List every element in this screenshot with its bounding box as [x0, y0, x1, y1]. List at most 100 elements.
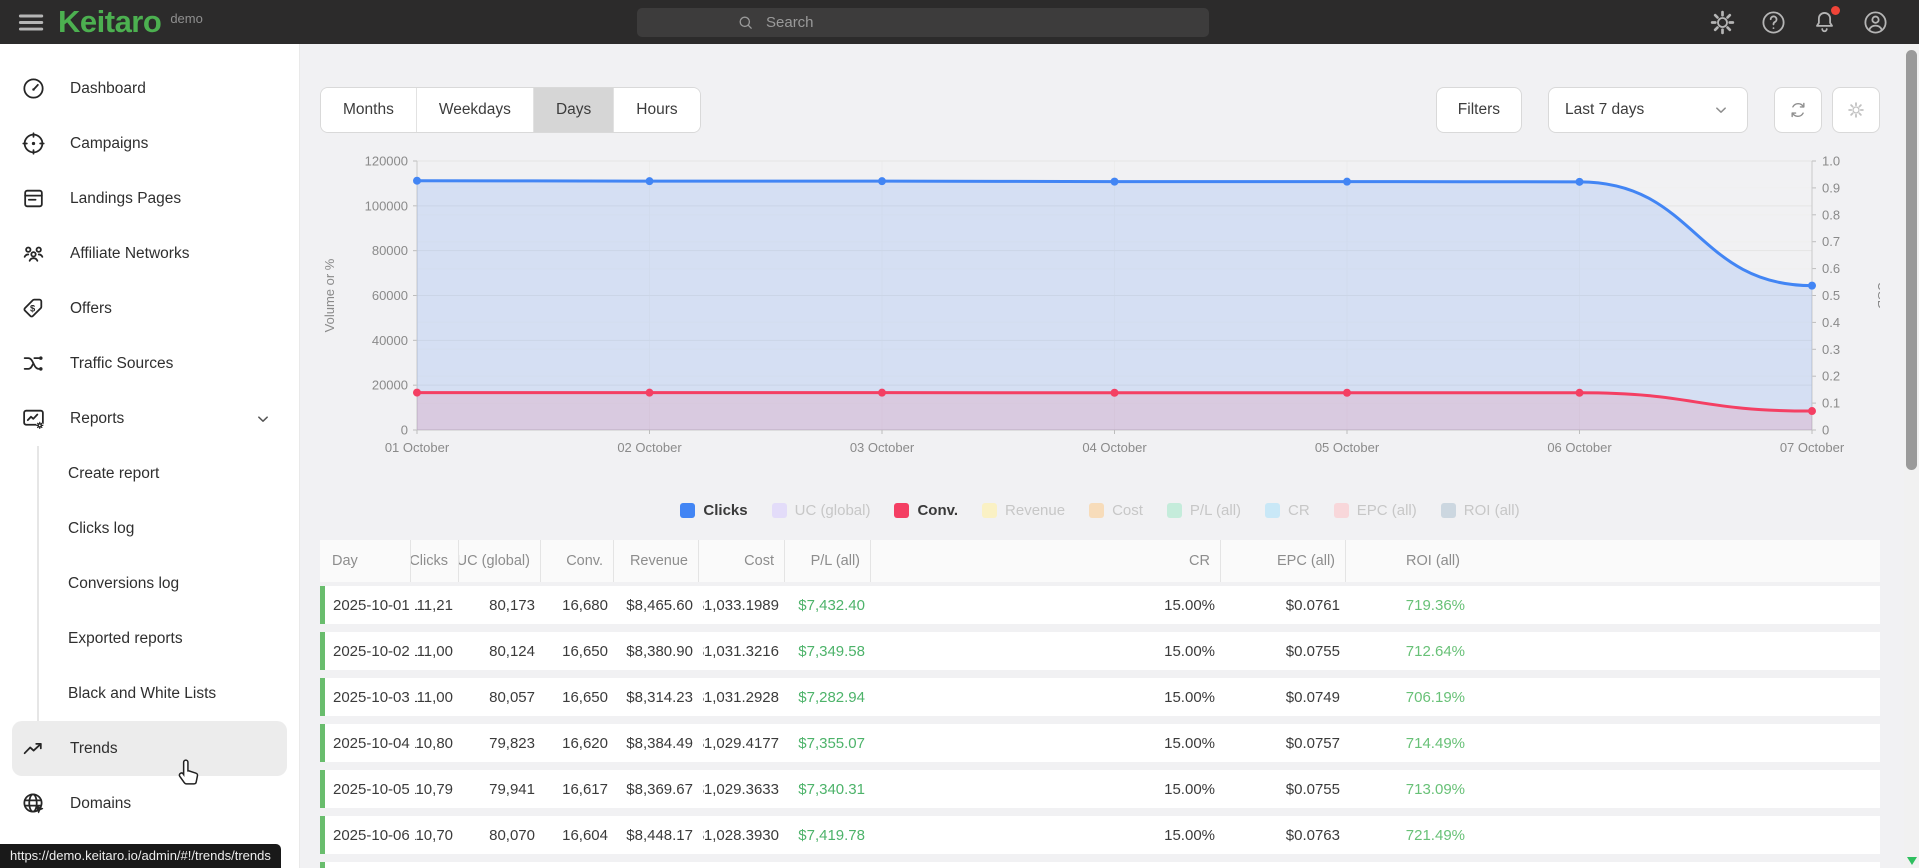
hamburger-icon	[18, 14, 43, 30]
chevron-down-icon	[1716, 107, 1726, 113]
table-row: 2025-10-03 111,00 80,057 16,650 $8,314.23 $1,…	[320, 678, 1880, 716]
cell-cr: 15.00%	[1164, 734, 1215, 752]
trends-table: Day Clicks UC (global) Conv. Revenue Cost P/L …	[320, 540, 1880, 868]
column-header-epc-all[interactable]: EPC (all)	[1220, 540, 1345, 582]
user-icon	[1863, 10, 1887, 34]
sidebar-item-domains[interactable]: Domains	[12, 776, 287, 831]
sidebar-item-landings-pages[interactable]: Landings Pages	[12, 171, 287, 226]
legend-item-p-l-all[interactable]: P/L (all)	[1166, 502, 1241, 519]
legend-swatch	[894, 503, 910, 518]
svg-text:0.3: 0.3	[1822, 342, 1840, 357]
refresh-button[interactable]	[1774, 87, 1822, 133]
cell-roi-all: 713.09%	[1405, 780, 1465, 798]
legend-item-cr[interactable]: CR	[1265, 502, 1310, 519]
column-header-clicks[interactable]: Clicks	[410, 540, 458, 582]
sidebar-item-conversions-log[interactable]: Conversions log	[12, 556, 287, 611]
cell-day: 2025-10-03	[333, 688, 410, 706]
cell-cost: $1,029.3633	[703, 780, 779, 798]
column-header-day[interactable]: Day	[320, 540, 410, 582]
column-header-p-l-all[interactable]: P/L (all)	[784, 540, 870, 582]
cell-cr: 15.00%	[1164, 596, 1215, 614]
cell-epc-all: $0.0755	[1285, 780, 1340, 798]
sidebar-item-reports[interactable]: Reports	[12, 391, 287, 446]
sidebar-item-exported-reports[interactable]: Exported reports	[12, 611, 287, 666]
main-content: Months Weekdays Days Hours Filters Last 7 d…	[300, 44, 1904, 868]
sidebar-item-dashboard[interactable]: Dashboard	[12, 61, 287, 116]
legend-item-uc-global[interactable]: UC (global)	[771, 502, 870, 519]
help-button[interactable]	[1759, 8, 1787, 36]
affiliate-icon	[23, 246, 43, 262]
date-range-value: Last 7 days	[1565, 101, 1645, 118]
legend-item-clicks[interactable]: Clicks	[680, 502, 748, 519]
trends-chart[interactable]: 0 20000 40000 60000 80000 100000 120000 0 0.1 0.2…	[320, 145, 1890, 472]
bell-button[interactable]	[1810, 6, 1840, 36]
legend-item-conv[interactable]: Conv.	[894, 502, 958, 519]
cell-p-l-all: $7,349.58	[798, 642, 865, 660]
legend-item-revenue[interactable]: Revenue	[982, 502, 1065, 519]
legend-label: Revenue	[1005, 502, 1066, 519]
table-row: 2025-10-06 110,70 80,070 16,604 $8,448.17 $1,…	[320, 816, 1880, 854]
column-header-roi-all[interactable]: ROI (all)	[1345, 540, 1470, 582]
chevron-down-icon	[253, 409, 273, 429]
cell-conv: 16,604	[562, 826, 608, 844]
tab-months[interactable]: Months	[321, 88, 416, 132]
cell-roi-all: 721.49%	[1405, 826, 1465, 844]
sidebar-item-create-report[interactable]: Create report	[12, 446, 287, 501]
sidebar-item-campaigns[interactable]: Campaigns	[12, 116, 287, 171]
table-header: Day Clicks UC (global) Conv. Revenue Cost P/L …	[320, 540, 1880, 582]
tab-hours[interactable]: Hours	[613, 88, 700, 132]
legend-label: ROI (all)	[1463, 502, 1520, 519]
hamburger-menu-button[interactable]	[15, 7, 45, 37]
cell-cr: 15.00%	[1164, 826, 1215, 844]
page-scrollbar[interactable]	[1904, 44, 1919, 868]
cell-revenue: $8,369.67	[626, 780, 693, 798]
legend-item-roi-all[interactable]: ROI (all)	[1440, 502, 1520, 519]
date-range-select[interactable]: Last 7 days	[1548, 87, 1748, 133]
column-header-cr[interactable]: CR	[870, 540, 1220, 582]
cell-conv: 16,680	[562, 596, 608, 614]
cell-p-l-all: $7,419.78	[798, 826, 865, 844]
column-header-uc-global[interactable]: UC (global)	[458, 540, 540, 582]
column-header-revenue[interactable]: Revenue	[613, 540, 698, 582]
svg-text:05 October: 05 October	[1315, 440, 1380, 455]
tab-weekdays[interactable]: Weekdays	[415, 88, 533, 132]
sidebar-item-offers[interactable]: $ Offers	[12, 281, 287, 336]
cell-uc-global: 79,823	[489, 734, 535, 752]
cell-clicks: 110,79	[415, 780, 453, 798]
scrollbar-thumb[interactable]	[1906, 50, 1917, 470]
cell-epc-all: $0.0755	[1285, 642, 1340, 660]
cell-day: 2025-10-02	[333, 642, 410, 660]
column-header-conv[interactable]: Conv.	[540, 540, 613, 582]
sidebar-item-label: Black and White Lists	[68, 684, 217, 702]
sidebar-item-label: Traffic Sources	[70, 354, 174, 372]
sidebar-item-black-and-white-lists[interactable]: Black and White Lists	[12, 666, 287, 721]
sidebar-item-label: Affiliate Networks	[70, 244, 190, 262]
filters-button[interactable]: Filters	[1435, 87, 1522, 133]
search-bar	[637, 8, 1209, 37]
cell-epc-all: $0.0757	[1285, 734, 1340, 752]
sidebar-item-traffic-sources[interactable]: Traffic Sources	[12, 336, 287, 391]
chart-settings-button[interactable]	[1832, 87, 1880, 133]
column-header-cost[interactable]: Cost	[698, 540, 784, 582]
svg-text:0.6: 0.6	[1822, 261, 1840, 276]
reports-icon	[22, 409, 44, 430]
cell-roi-all: 714.49%	[1405, 734, 1465, 752]
gear-button[interactable]	[1708, 8, 1736, 36]
cell-epc-all: $0.0749	[1285, 688, 1340, 706]
search-input[interactable]	[766, 14, 1146, 31]
sidebar-item-affiliate-networks[interactable]: Affiliate Networks	[12, 226, 287, 281]
tab-days[interactable]: Days	[532, 88, 614, 132]
user-button[interactable]	[1861, 8, 1889, 36]
legend-item-cost[interactable]: Cost	[1089, 502, 1143, 519]
notification-badge	[1831, 6, 1840, 15]
sidebar-item-trends[interactable]: Trends	[12, 721, 287, 776]
top-bar: Keitaro demo	[0, 0, 1919, 44]
sidebar-item-clicks-log[interactable]: Clicks log	[12, 501, 287, 556]
cell-uc-global: 80,124	[489, 642, 535, 660]
cell-cr: 15.00%	[1164, 688, 1215, 706]
table-row: 2025-10-0764,4044,4578,448$4,260.34$527.…	[320, 862, 1880, 868]
table-row: 2025-10-05 110,79 79,941 16,617 $8,369.67 $1,…	[320, 770, 1880, 808]
legend-item-epc-all[interactable]: EPC (all)	[1333, 502, 1417, 519]
landings-icon	[20, 186, 46, 212]
cell-cost: $1,031.2928	[703, 688, 779, 706]
